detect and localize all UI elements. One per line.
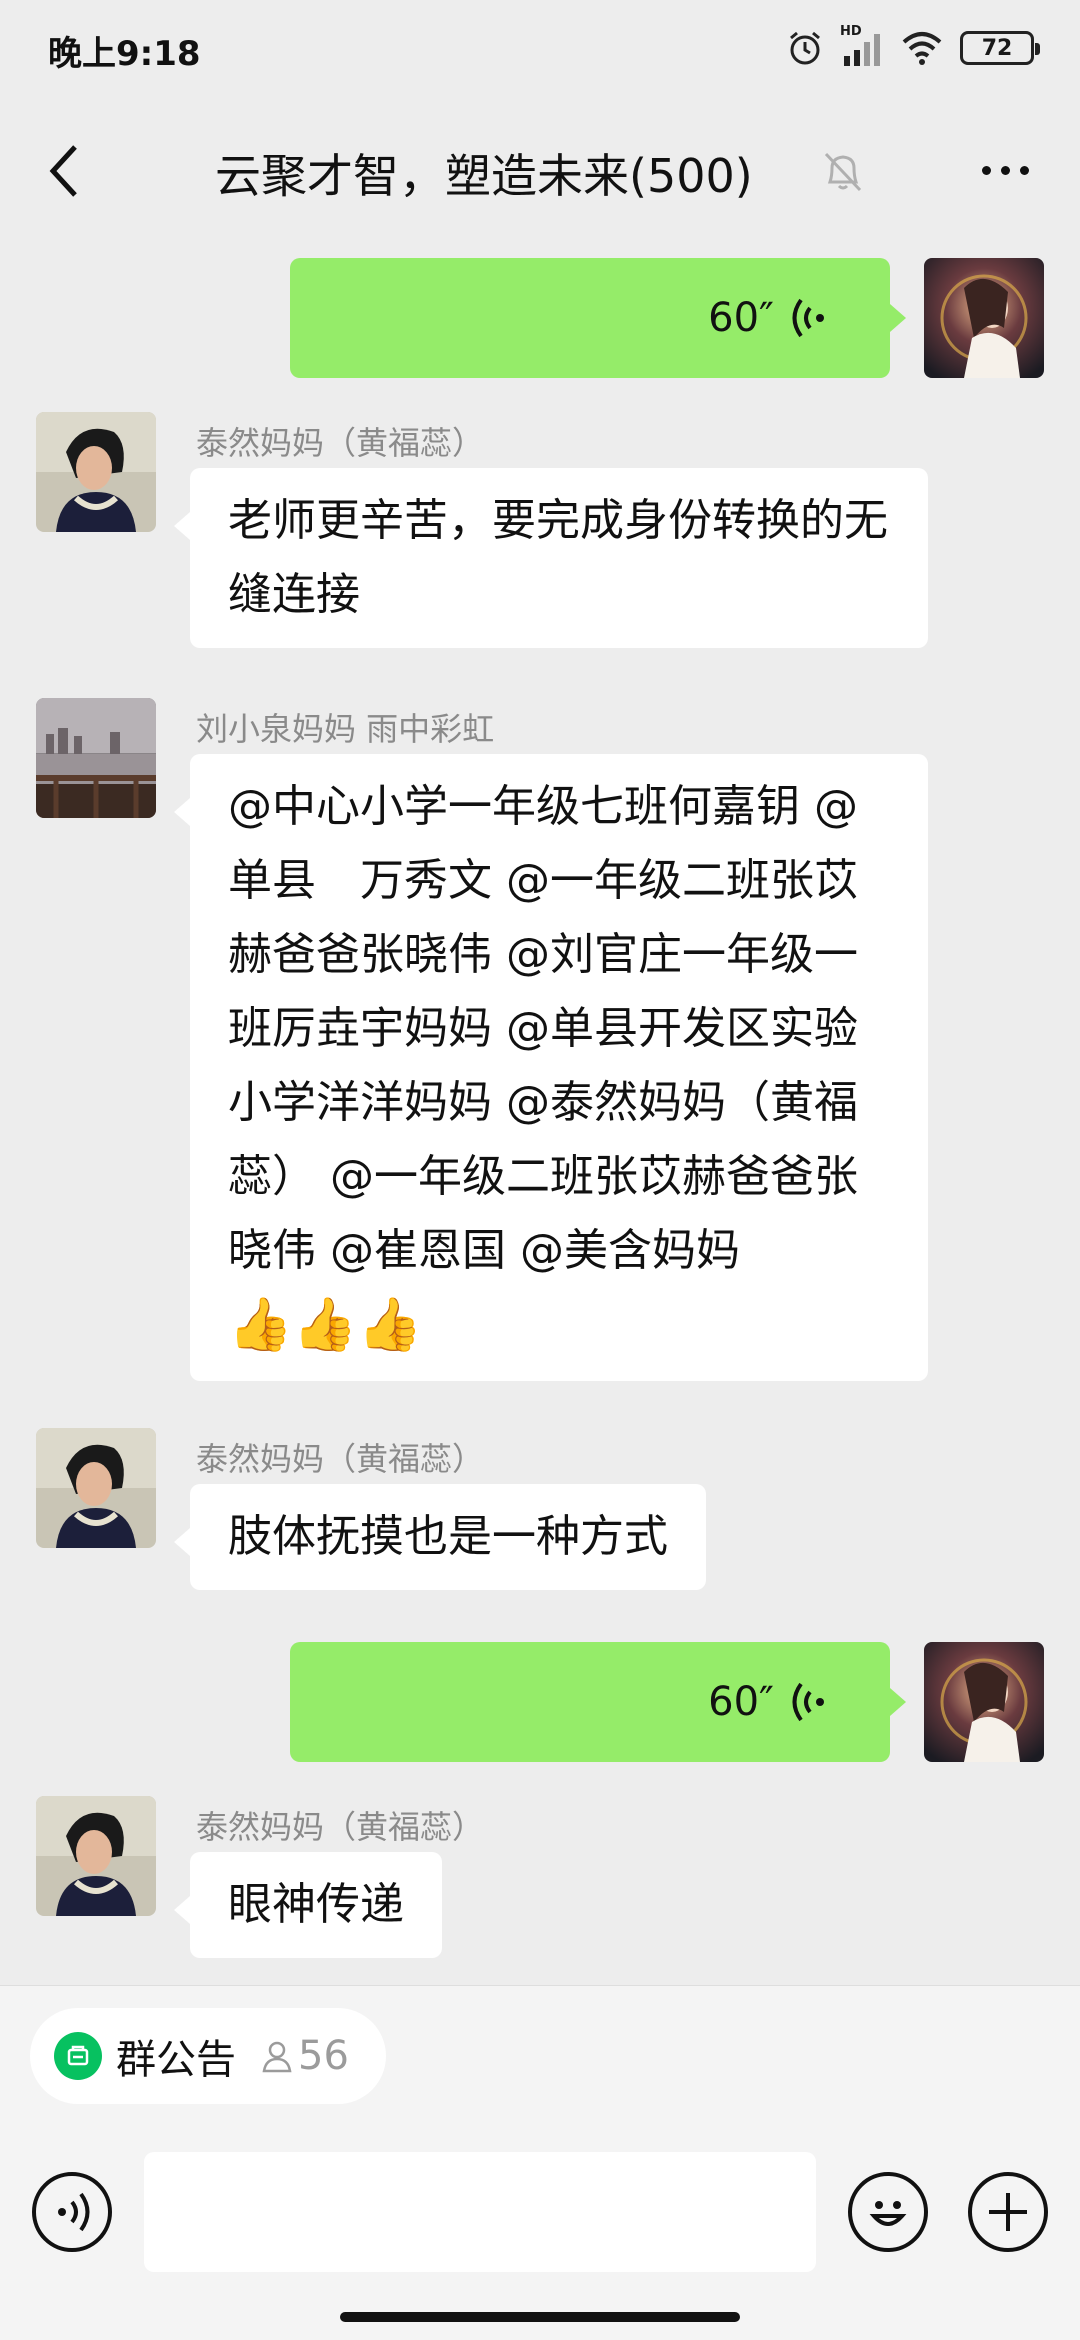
cellular-signal-icon: HD — [840, 24, 884, 68]
voice-message-bubble[interactable]: 60″ — [290, 1642, 906, 1762]
alarm-icon — [790, 31, 820, 65]
sender-name: 泰然妈妈（黄福蕊） — [196, 1808, 485, 1846]
message-text-in: 刘小泉妈妈 雨中彩虹 @中心小学一年级七班何嘉钥 @单县 万秀文 @一年级二班张… — [0, 698, 1080, 1398]
voice-wave-icon — [792, 1682, 824, 1722]
smile-icon — [869, 2201, 907, 2226]
message-text-in: 泰然妈妈（黄福蕊） 眼神传递 — [0, 1796, 1080, 1976]
sender-avatar[interactable] — [36, 1796, 156, 1916]
voice-message-bubble[interactable]: 60″ — [290, 258, 906, 378]
message-bubble[interactable]: 老师更辛苦，要完成身份转换的无缝连接 — [174, 468, 928, 648]
message-text-input[interactable] — [144, 2152, 816, 2272]
message-input-bar — [0, 2130, 1080, 2340]
status-bar: 晚上9:18 HD 72 — [0, 0, 1080, 96]
sender-name: 泰然妈妈（黄福蕊） — [196, 1440, 485, 1478]
status-time: 晚上9:18 — [48, 34, 201, 74]
message-text: 肢体抚摸也是一种方式 — [228, 1511, 668, 1562]
voice-input-toggle[interactable] — [32, 2172, 112, 2252]
message-text-in: 泰然妈妈（黄福蕊） 肢体抚摸也是一种方式 — [0, 1428, 1080, 1608]
thumbs-up-icon: 👍👍👍 — [228, 1295, 423, 1355]
dot-icon — [981, 165, 991, 175]
message-text: @中心小学一年级七班何嘉钥 @单县 万秀文 @一年级二班张苡赫爸爸张晓伟 @刘官… — [228, 781, 858, 1276]
person-icon — [262, 2041, 292, 2073]
sender-avatar[interactable] — [36, 1428, 156, 1548]
more-functions-button[interactable] — [968, 2172, 1048, 2252]
message-voice-out: 60″ — [0, 1642, 1080, 1762]
my-avatar[interactable] — [924, 258, 1044, 378]
voice-duration: 60″ — [708, 295, 774, 341]
voice-wave-icon — [792, 298, 824, 338]
more-options-button[interactable] — [970, 140, 1040, 200]
notice-member-count: 56 — [260, 2033, 349, 2079]
message-text-in: 泰然妈妈（黄福蕊） 老师更辛苦，要完成身份转换的无缝连接 — [0, 412, 1080, 672]
chevron-left-icon — [49, 145, 77, 197]
wifi-icon — [902, 32, 942, 65]
mute-bell-icon — [824, 152, 862, 192]
voice-duration: 60″ — [708, 1679, 774, 1725]
dot-icon — [1000, 165, 1010, 175]
message-voice-out: 60″ — [0, 258, 1080, 378]
plus-icon — [989, 2193, 1027, 2231]
my-avatar[interactable] — [924, 1642, 1044, 1762]
group-notice-button[interactable]: 群公告 56 — [30, 2008, 386, 2104]
sender-avatar[interactable] — [36, 412, 156, 532]
message-bubble[interactable]: 眼神传递 — [174, 1852, 442, 1958]
dot-icon — [1019, 165, 1029, 175]
chat-title: 云聚才智，塑造未来(500) — [215, 149, 753, 203]
back-button[interactable] — [30, 136, 100, 206]
group-notice-bar: 群公告 56 — [0, 1985, 1080, 2130]
status-icons: HD 72 — [786, 24, 1040, 70]
announcement-icon — [54, 2032, 102, 2080]
home-indicator[interactable] — [340, 2312, 740, 2322]
emoji-button[interactable] — [848, 2172, 928, 2252]
sender-name: 泰然妈妈（黄福蕊） — [196, 424, 485, 462]
message-text: 老师更辛苦，要完成身份转换的无缝连接 — [228, 495, 888, 620]
chat-header: 云聚才智，塑造未来(500) — [0, 96, 1080, 246]
sender-avatar[interactable] — [36, 698, 156, 818]
notice-label: 群公告 — [116, 2037, 236, 2083]
message-bubble[interactable]: @中心小学一年级七班何嘉钥 @单县 万秀文 @一年级二班张苡赫爸爸张晓伟 @刘官… — [174, 754, 928, 1381]
battery-indicator: 72 — [960, 31, 1040, 65]
voice-wave-icon — [58, 2192, 90, 2232]
sender-name: 刘小泉妈妈 雨中彩虹 — [196, 710, 495, 748]
message-text: 眼神传递 — [228, 1879, 404, 1930]
message-bubble[interactable]: 肢体抚摸也是一种方式 — [174, 1484, 706, 1590]
